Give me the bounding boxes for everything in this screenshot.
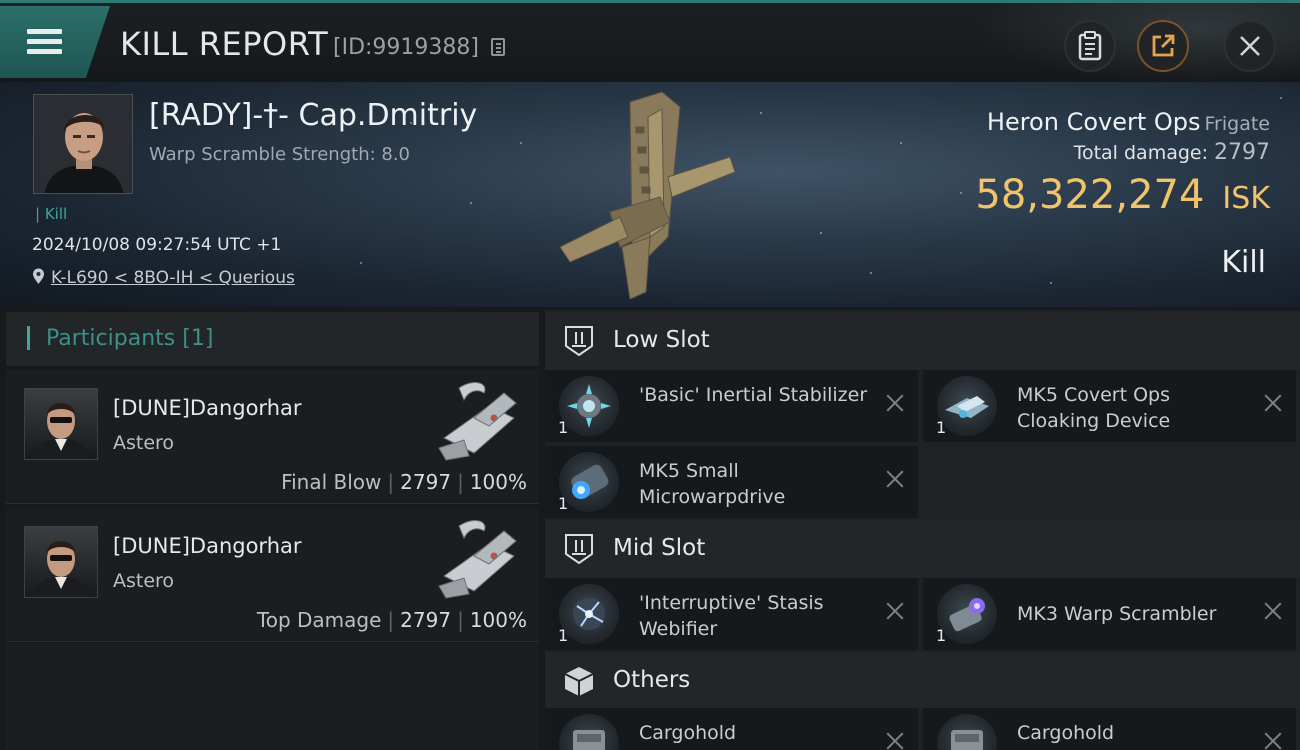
participant-ship-image xyxy=(438,520,517,599)
isk-amount: 58,322,274 xyxy=(975,172,1205,218)
participant-ship: Astero xyxy=(113,432,175,454)
ship-class: Frigate xyxy=(1204,113,1270,135)
participant-stats: Top Damage | 2797 | 100% xyxy=(256,608,527,632)
participant-card[interactable]: [DUNE]Dangorhar Astero Final Blow | 2797 | 1… xyxy=(6,370,539,504)
participant-damage: 2797 xyxy=(400,470,452,494)
participant-name[interactable]: [DUNE]Dangorhar xyxy=(113,396,302,420)
module-item[interactable]: 1 'Basic' Inertial Stabilizer xyxy=(545,370,918,442)
destroyed-x-icon xyxy=(884,730,906,750)
share-button[interactable] xyxy=(1137,20,1189,72)
menu-button[interactable] xyxy=(0,6,110,78)
low-slot-title: Low Slot xyxy=(613,327,710,353)
kill-datetime: 2024/10/08 09:27:54 UTC +1 xyxy=(32,235,282,255)
kill-location[interactable]: K-L690 < 8BO-IH < Querious xyxy=(32,268,295,288)
participant-card[interactable]: [DUNE]Dangorhar Astero Top Damage | 2797 | 1… xyxy=(6,508,539,642)
participant-role: Final Blow xyxy=(281,470,382,494)
ship-name-text: Heron Covert Ops xyxy=(986,108,1201,136)
mid-slot-icon xyxy=(565,534,593,565)
portrait-image xyxy=(34,95,132,193)
participant-ship-image xyxy=(438,382,517,461)
mid-slot-header: Mid Slot xyxy=(545,520,1300,578)
header-bar: KILL REPORT [ID:9919388] xyxy=(0,0,1300,85)
module-name: 'Basic' Inertial Stabilizer xyxy=(639,384,868,406)
module-item[interactable]: 1 MK5 Covert Ops Cloaking Device xyxy=(923,370,1296,442)
participant-avatar[interactable] xyxy=(24,388,98,460)
kill-tag-label: Kill xyxy=(44,205,68,223)
module-qty: 1 xyxy=(936,626,947,645)
destroyed-x-icon xyxy=(884,600,906,622)
location-pin-icon xyxy=(33,268,44,284)
others-header: Others xyxy=(545,652,1300,710)
module-item[interactable]: 1 'Interruptive' Stasis Webifier xyxy=(545,578,918,650)
close-button[interactable] xyxy=(1224,20,1276,72)
kill-report-screen: { "header": { "title": "KILL REPORT", "r… xyxy=(0,0,1300,750)
module-name: MK3 Warp Scrambler xyxy=(1017,603,1217,625)
victim-ship-image xyxy=(559,91,736,300)
module-qty: 1 xyxy=(558,626,569,645)
participants-accent xyxy=(27,326,30,350)
cargohold-icon xyxy=(937,714,997,750)
low-slot-header: Low Slot xyxy=(545,312,1300,370)
module-qty: 1 xyxy=(558,494,569,513)
total-damage-label: Total damage: xyxy=(1073,142,1208,164)
cargo-name: Cargohold xyxy=(639,722,737,744)
others-title: Others xyxy=(613,667,691,693)
participant-stats: Final Blow | 2797 | 100% xyxy=(281,470,527,494)
victim-ship-name[interactable]: Heron Covert Ops Frigate xyxy=(987,108,1270,136)
avatar-image xyxy=(31,541,91,597)
share-icon xyxy=(1152,34,1175,57)
module-name: MK5 Small Microwarpdrive xyxy=(639,460,786,508)
report-id: [ID:9919388] xyxy=(333,35,479,60)
fitting-panel: Low Slot 1 'Basic' Inertial Stabilizer 1… xyxy=(545,310,1300,750)
participant-avatar[interactable] xyxy=(24,526,98,598)
module-item[interactable]: 1 MK3 Warp Scrambler xyxy=(923,578,1296,650)
participant-damage: 2797 xyxy=(400,608,452,632)
kill-result: Kill xyxy=(1221,245,1266,280)
victim-banner: [RADY]-†- Cap.Dmitriy Warp Scramble Stre… xyxy=(0,82,1300,307)
cargo-item[interactable]: Cargohold xyxy=(545,708,918,750)
isk-value: 58,322,274 ISK xyxy=(975,172,1270,218)
participants-header: Participants [1] xyxy=(6,312,539,366)
cargo-item[interactable]: Cargohold xyxy=(923,708,1296,750)
avatar-image xyxy=(31,403,91,459)
module-item[interactable]: 1 MK5 Small Microwarpdrive xyxy=(545,446,918,518)
cargo-box-icon xyxy=(564,667,594,696)
participants-title: Participants [1] xyxy=(46,326,213,351)
participant-percent: 100% xyxy=(469,608,527,632)
mid-slot-title: Mid Slot xyxy=(613,535,706,561)
victim-pilot-name[interactable]: [RADY]-†- Cap.Dmitriy xyxy=(149,98,477,133)
destroyed-x-icon xyxy=(884,468,906,490)
page-title: KILL REPORT xyxy=(120,25,329,63)
location-link[interactable]: K-L690 < 8BO-IH < Querious xyxy=(51,268,295,288)
low-slot-icon xyxy=(565,326,593,357)
kill-tag: | Kill xyxy=(35,205,68,223)
copy-id-icon[interactable] xyxy=(491,38,505,56)
close-icon xyxy=(1240,36,1260,56)
module-name: 'Interruptive' Stasis Webifier xyxy=(639,592,824,640)
module-name: MK5 Covert Ops Cloaking Device xyxy=(1017,384,1171,432)
participants-title-text: Participants xyxy=(46,326,176,351)
module-qty: 1 xyxy=(936,418,947,437)
participants-count: [1] xyxy=(182,326,214,351)
clipboard-button[interactable] xyxy=(1064,20,1116,72)
participant-name[interactable]: [DUNE]Dangorhar xyxy=(113,534,302,558)
destroyed-x-icon xyxy=(1262,392,1284,414)
participant-ship: Astero xyxy=(113,570,175,592)
module-qty: 1 xyxy=(558,418,569,437)
cargo-name: Cargohold xyxy=(1017,722,1115,744)
participant-percent: 100% xyxy=(469,470,527,494)
victim-portrait[interactable] xyxy=(33,94,133,194)
clipboard-icon xyxy=(1078,31,1102,61)
warp-scramble-strength: Warp Scramble Strength: 8.0 xyxy=(149,144,411,165)
destroyed-x-icon xyxy=(1262,600,1284,622)
isk-unit: ISK xyxy=(1222,181,1270,216)
destroyed-x-icon xyxy=(884,392,906,414)
destroyed-x-icon xyxy=(1262,730,1284,750)
participants-empty-area xyxy=(6,643,539,750)
participant-role: Top Damage xyxy=(256,608,382,632)
total-damage: Total damage: 2797 xyxy=(1074,140,1270,165)
cargohold-icon xyxy=(559,714,619,750)
total-damage-value: 2797 xyxy=(1214,140,1270,165)
